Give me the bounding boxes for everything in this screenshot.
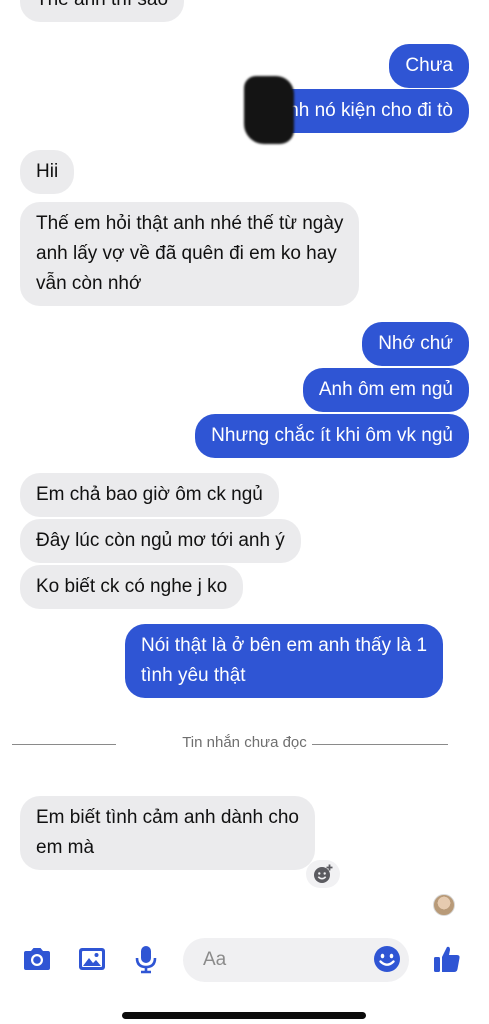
- message-thread: Thế anh thì sao Chưa Oanh nó kiện cho đi…: [0, 0, 489, 930]
- redaction-mark: [244, 76, 294, 144]
- image-icon: [79, 948, 105, 970]
- message-bubble[interactable]: Nói thật là ở bên em anh thấy là 1 tình …: [125, 624, 444, 698]
- message-bubble[interactable]: Em biết tình cảm anh dành cho em mà: [20, 796, 315, 870]
- camera-button[interactable]: [20, 942, 54, 976]
- home-indicator: [122, 1012, 366, 1019]
- thumbs-up-icon: [434, 946, 460, 972]
- message-bubble[interactable]: Hii: [20, 150, 75, 194]
- message-bubble[interactable]: Ko biết ck có nghe j ko: [20, 565, 244, 609]
- add-reaction-button[interactable]: [306, 860, 340, 888]
- message-bubble[interactable]: Anh ôm em ngủ: [302, 368, 469, 412]
- composer-bar: [0, 930, 489, 990]
- unread-divider-label: Tin nhắn chưa đọc: [182, 734, 307, 751]
- divider-line-right: [312, 744, 448, 745]
- message-bubble[interactable]: Nhớ chứ: [362, 322, 469, 366]
- microphone-icon: [135, 946, 157, 974]
- voice-button[interactable]: [129, 942, 163, 976]
- emoji-button[interactable]: [370, 942, 404, 976]
- gallery-button[interactable]: [75, 942, 109, 976]
- message-bubble[interactable]: Em chả bao giờ ôm ck ngủ: [20, 473, 279, 517]
- add-reaction-icon: [314, 864, 333, 883]
- emoji-icon: [374, 946, 400, 972]
- camera-icon: [24, 948, 50, 970]
- message-bubble[interactable]: Thế em hỏi thật anh nhé thế từ ngày anh …: [20, 202, 360, 306]
- like-button[interactable]: [430, 942, 464, 976]
- message-bubble[interactable]: Đây lúc còn ngủ mơ tới anh ý: [20, 519, 301, 563]
- seen-avatar: [433, 894, 455, 916]
- message-bubble[interactable]: Thế anh thì sao: [20, 0, 185, 22]
- message-bubble[interactable]: Chưa: [389, 44, 469, 88]
- message-bubble[interactable]: Nhưng chắc ít khi ôm vk ngủ: [195, 414, 469, 458]
